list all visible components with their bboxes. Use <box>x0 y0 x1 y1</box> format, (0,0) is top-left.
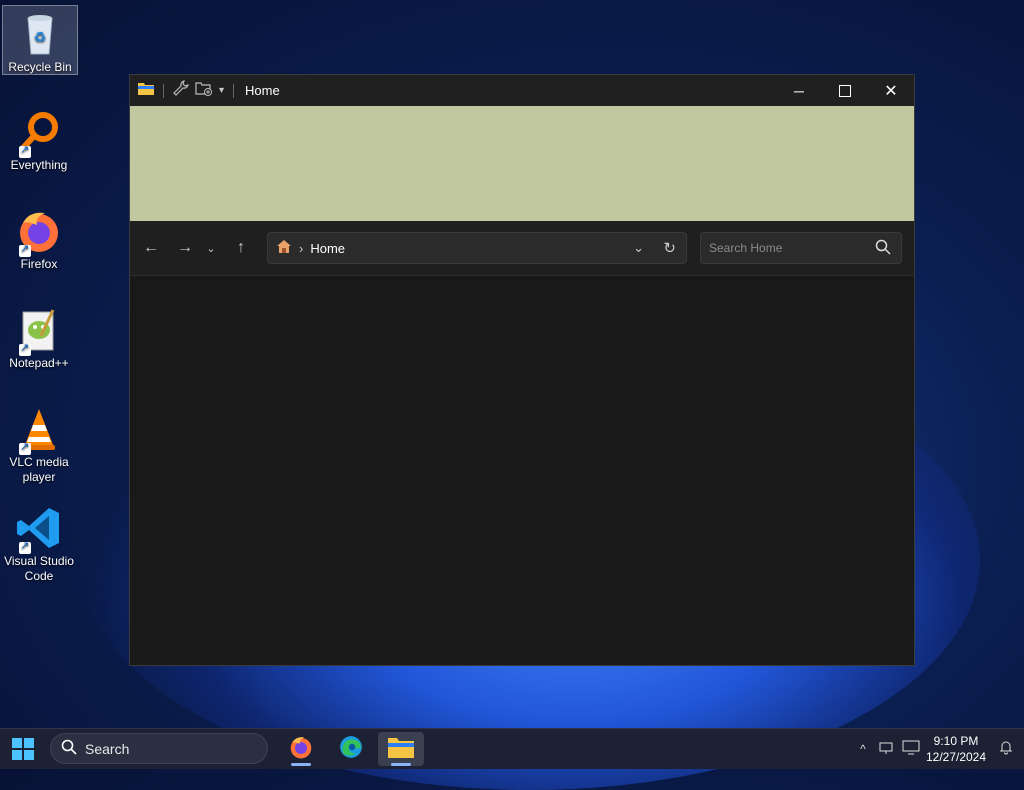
search-box[interactable] <box>700 232 902 264</box>
title-divider <box>233 83 235 98</box>
svg-text:♻: ♻ <box>34 30 47 46</box>
notepad-plus-plus-icon <box>15 306 63 356</box>
system-tray: ^ 9:10 PM 12/27/2024 <box>852 729 1024 769</box>
maximize-button[interactable] <box>822 75 868 106</box>
search-icon <box>61 739 77 758</box>
everything-search-icon <box>15 108 63 158</box>
firefox-icon <box>15 207 63 257</box>
desktop-icon-firefox[interactable]: Firefox <box>2 203 76 272</box>
close-icon: ✕ <box>884 82 898 100</box>
start-button[interactable] <box>12 738 34 760</box>
ribbon-area <box>130 106 914 221</box>
notification-bell-icon[interactable] <box>988 739 1024 760</box>
running-indicator <box>391 763 411 766</box>
taskbar-search[interactable]: Search <box>50 733 268 764</box>
taskbar-search-label: Search <box>85 740 130 757</box>
running-indicator <box>291 763 311 766</box>
minimize-icon: ─ <box>794 82 804 99</box>
shortcut-arrow-icon <box>19 242 31 257</box>
windows-logo-icon <box>12 738 22 748</box>
new-folder-icon[interactable] <box>195 80 213 101</box>
title-bar[interactable]: ▾ Home ─ ✕ <box>130 75 914 106</box>
search-icon[interactable] <box>875 239 891 260</box>
desktop-icon-notepad-plus-plus[interactable]: Notepad++ <box>2 302 76 371</box>
home-icon <box>276 239 292 257</box>
chevron-down-icon: ⌄ <box>206 242 216 255</box>
up-button[interactable]: ↑ <box>226 233 256 263</box>
shortcut-arrow-icon <box>19 539 31 554</box>
windows-logo-pane <box>24 750 34 760</box>
shortcut-arrow-icon <box>19 341 31 356</box>
edge-icon <box>338 734 364 765</box>
taskbar-app-firefox[interactable] <box>278 732 324 766</box>
show-hidden-icons-chevron-icon[interactable]: ^ <box>852 742 874 756</box>
breadcrumb-separator-icon: › <box>299 240 304 256</box>
taskbar-app-file-explorer[interactable] <box>378 732 424 766</box>
minimize-button[interactable]: ─ <box>776 75 822 106</box>
desktop-icon-everything[interactable]: Everything <box>2 104 76 173</box>
refresh-icon[interactable]: ↻ <box>663 239 676 257</box>
taskbar: Search ^ 9:10 PM 12/27/2024 <box>0 728 1024 769</box>
clock[interactable]: 9:10 PM 12/27/2024 <box>924 733 988 765</box>
customize-quick-access-chevron-icon[interactable]: ▾ <box>219 85 224 96</box>
close-button[interactable]: ✕ <box>868 75 914 106</box>
desktop-icon-label: Visual Studio Code <box>4 554 74 583</box>
vlc-cone-icon <box>15 405 63 455</box>
back-button[interactable]: ← <box>136 233 166 263</box>
breadcrumb-home[interactable]: Home <box>310 241 345 256</box>
firefox-icon <box>288 734 314 765</box>
windows-logo-pane <box>12 750 22 760</box>
vscode-icon <box>15 504 63 554</box>
desktop-icon-label: Everything <box>10 158 68 172</box>
clock-date: 12/27/2024 <box>925 750 987 764</box>
display-icon[interactable] <box>898 739 924 760</box>
maximize-icon <box>839 84 851 97</box>
shortcut-arrow-icon <box>19 143 31 158</box>
desktop-icon-vscode[interactable]: Visual Studio Code <box>2 500 76 584</box>
file-list-area[interactable] <box>130 276 914 665</box>
search-input[interactable] <box>701 240 871 256</box>
properties-wrench-icon[interactable] <box>173 80 189 101</box>
taskbar-app-edge[interactable] <box>328 732 374 766</box>
desktop-icon-label: VLC media player <box>9 455 69 484</box>
network-icon[interactable] <box>874 739 898 760</box>
file-explorer-window: ▾ Home ─ ✕ ← → ⌄ ↑ › Home ⌄ ↻ <box>129 74 915 666</box>
file-explorer-icon <box>388 736 414 763</box>
recent-locations-button[interactable]: ⌄ <box>200 233 222 263</box>
forward-button[interactable]: → <box>170 233 200 263</box>
windows-logo-pane <box>24 738 34 748</box>
desktop-icon-label: Notepad++ <box>9 356 69 370</box>
desktop-icon-label: Firefox <box>20 257 58 271</box>
arrow-left-icon: ← <box>143 239 159 256</box>
window-title: Home <box>245 83 280 98</box>
arrow-right-icon: → <box>177 239 193 256</box>
address-bar[interactable]: › Home ⌄ ↻ <box>267 232 687 264</box>
clock-time: 9:10 PM <box>933 734 979 748</box>
quick-access-divider <box>163 83 164 98</box>
desktop-icon-recycle-bin[interactable]: ♻ Recycle Bin <box>2 5 78 75</box>
shortcut-arrow-icon <box>19 440 31 455</box>
arrow-up-icon: ↑ <box>237 239 245 256</box>
recycle-bin-icon: ♻ <box>16 10 64 58</box>
desktop-icon-vlc[interactable]: VLC media player <box>2 401 76 485</box>
navigation-bar: ← → ⌄ ↑ › Home ⌄ ↻ <box>130 221 914 276</box>
desktop-icon-label: Recycle Bin <box>8 60 72 74</box>
folder-app-icon <box>138 81 154 100</box>
address-history-chevron-icon[interactable]: ⌄ <box>633 240 644 256</box>
